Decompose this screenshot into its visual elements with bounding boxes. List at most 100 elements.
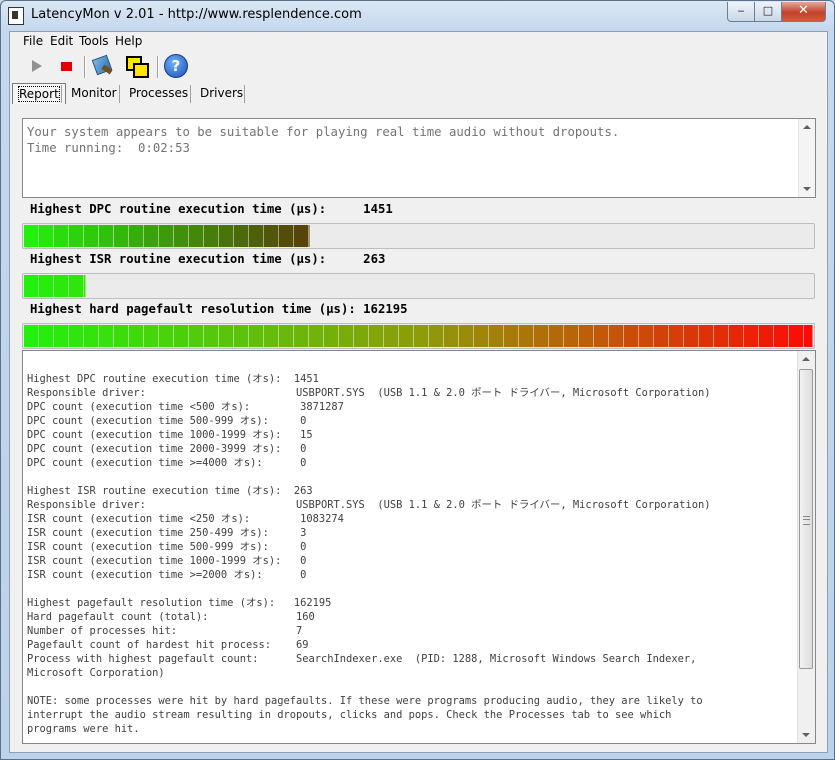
isr-meter-fill [24,275,86,297]
meter-segment [504,325,519,347]
report-line [27,680,710,694]
report-line: DPC count (execution time 500-999 オs): 0 [27,415,307,427]
meter-segment [69,275,84,297]
meter-segment [84,275,86,297]
meter-segment [354,325,369,347]
menu-edit[interactable]: Edit [50,34,73,48]
pagefault-label: Highest hard pagefault resolution time (… [30,302,356,316]
meter-segment [84,225,99,247]
meter-segment [54,225,69,247]
meter-segment [69,225,84,247]
meter-segment [189,225,204,247]
meter-segment [39,275,54,297]
meter-segment [699,325,714,347]
scroll-thumb[interactable] [799,369,813,669]
help-glyph: ? [164,54,188,78]
report-line: ISR count (execution time 1000-1999 オs):… [27,555,307,567]
report-text-area[interactable]: Highest DPC routine execution time (オs):… [22,350,816,744]
menu-help[interactable]: Help [115,34,142,48]
report-line: Highest pagefault resolution time (オs): … [27,597,332,609]
report-line: Highest DPC routine execution time (オs):… [27,373,319,385]
report-line: Number of processes hit: 7 [27,625,303,637]
dpc-meter [22,223,815,249]
client-area: File Edit Tools Help ? Report Monitor Pr… [9,31,828,753]
meter-segment [519,325,534,347]
help-icon[interactable]: ? [163,54,189,78]
status-message-box[interactable]: Your system appears to be suitable for p… [22,118,816,198]
play-icon[interactable] [24,54,50,78]
meter-segment [339,325,354,347]
report-scrollbar[interactable] [797,351,815,743]
meter-segment [39,225,54,247]
scroll-up-icon[interactable] [803,125,811,129]
tab-report[interactable]: Report [12,83,66,104]
report-line: DPC count (execution time 2000-3999 オs):… [27,443,307,455]
meter-segment [474,325,489,347]
meter-segment [264,325,279,347]
meter-segment [714,325,729,347]
tab-processes[interactable]: Processes [123,83,194,103]
status-message: Your system appears to be suitable for p… [27,124,619,156]
meter-segment [684,325,699,347]
meter-segment [369,325,384,347]
toolbar-separator [84,56,86,78]
toolbar-separator [157,56,159,78]
meter-segment [204,225,219,247]
meter-segment [654,325,669,347]
meter-segment [579,325,594,347]
toolbar: ? [10,52,827,82]
meter-segment [144,225,159,247]
meter-segment [594,325,609,347]
report-line: Hard pagefault count (total): 160 [27,611,315,623]
meter-segment [144,325,159,347]
tab-separator [190,85,191,103]
report-line: interrupt the audio stream resulting in … [27,709,672,721]
maximize-button[interactable]: □ [754,2,782,22]
menu-tools[interactable]: Tools [79,34,109,48]
report-line: ISR count (execution time 250-499 オs): 3 [27,527,307,539]
meter-segment [414,325,429,347]
status-scrollbar[interactable] [798,119,815,197]
time-running: Time running: 0:02:53 [27,141,190,155]
report-line: ISR count (execution time >=2000 オs): 0 [27,569,307,581]
report-line: Responsible driver: USBPORT.SYS (USB 1.1… [27,387,711,399]
report-line: DPC count (execution time >=4000 オs): 0 [27,457,307,469]
windows-icon[interactable] [123,54,149,78]
app-window: LatencyMon v 2.01 - http://www.resplende… [0,0,835,760]
meter-segment [54,325,69,347]
meter-segment [744,325,759,347]
report-line: Pagefault count of hardest hit process: … [27,639,309,651]
meter-segment [309,225,310,247]
isr-heading: Highest ISR routine execution time (µs):… [30,252,385,266]
tool-icon[interactable] [90,54,116,78]
stop-icon[interactable] [53,54,79,78]
meter-segment [219,225,234,247]
tab-monitor[interactable]: Monitor [65,83,123,103]
report-line: Responsible driver: USBPORT.SYS (USB 1.1… [27,499,711,511]
report-line: ISR count (execution time <250 オs): 1083… [27,513,344,525]
title-bar[interactable]: LatencyMon v 2.01 - http://www.resplende… [1,1,834,31]
meter-segment [729,325,744,347]
tab-separator [119,85,120,103]
meter-segment [114,325,129,347]
tab-separator [61,85,62,103]
meter-segment [279,225,294,247]
scroll-down-icon[interactable] [803,187,811,191]
minimize-button[interactable]: ‒ [727,2,755,22]
report-line: DPC count (execution time <500 オs): 3871… [27,401,344,413]
scroll-down-icon[interactable] [802,733,810,737]
scroll-up-icon[interactable] [802,357,810,361]
meter-segment [384,325,399,347]
close-button[interactable]: ✕ [781,2,826,22]
isr-value: 263 [363,252,386,266]
meter-segment [324,325,339,347]
meter-segment [24,275,39,297]
tab-drivers[interactable]: Drivers [194,83,249,103]
dpc-label: Highest DPC routine execution time (µs): [30,202,327,216]
report-line [27,470,710,484]
meter-segment [564,325,579,347]
meter-segment [174,225,189,247]
pagefault-heading: Highest hard pagefault resolution time (… [30,302,408,316]
menu-file[interactable]: File [23,34,43,48]
meter-segment [489,325,504,347]
